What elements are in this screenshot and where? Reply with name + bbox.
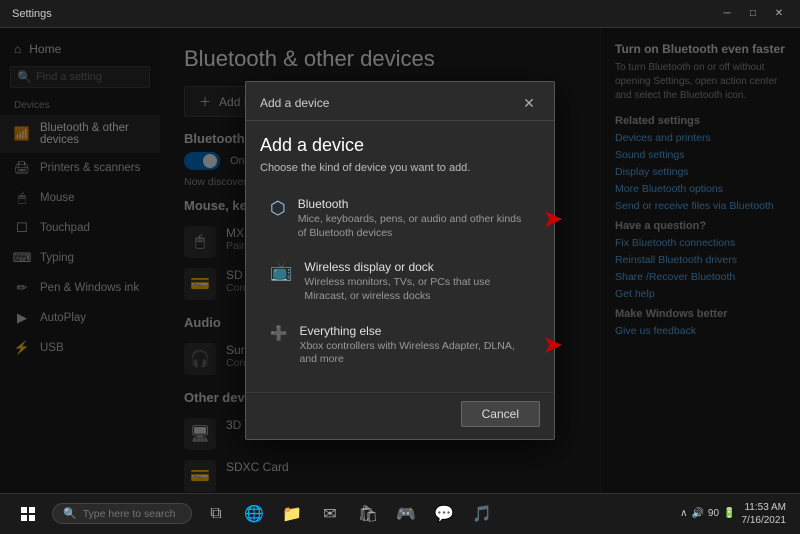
everything-option-text: Everything else Xbox controllers with Wi… — [299, 324, 530, 367]
add-device-modal: Add a device ✕ Add a device Choose the k… — [245, 81, 555, 440]
expand-tray-icon[interactable]: ∧ — [680, 508, 687, 519]
taskbar-search-box: 🔍 — [52, 503, 192, 524]
volume-icon[interactable]: 🔊 — [691, 508, 703, 519]
window-title: Settings — [12, 8, 52, 20]
start-button[interactable] — [6, 494, 50, 534]
battery-text: 90 — [708, 508, 719, 519]
taskbar-time-text: 11:53 AM — [742, 501, 787, 514]
spotify-button[interactable]: 🎵 — [464, 496, 500, 532]
modal-header: Add a device ✕ — [246, 82, 554, 121]
everything-option-desc: Xbox controllers with Wireless Adapter, … — [299, 340, 530, 367]
red-arrow-bluetooth: ➤ — [544, 206, 562, 232]
modal-close-button[interactable]: ✕ — [518, 92, 540, 114]
store-button[interactable]: 🛍 — [350, 496, 386, 532]
xbox-button[interactable]: 🎮 — [388, 496, 424, 532]
wireless-option-title: Wireless display or dock — [304, 260, 530, 274]
task-view-button[interactable]: ⧉ — [198, 496, 234, 532]
taskbar-search-input[interactable] — [83, 508, 181, 520]
edge-button[interactable]: 🌐 — [236, 496, 272, 532]
teams-button[interactable]: 💬 — [426, 496, 462, 532]
bluetooth-option-desc: Mice, keyboards, pens, or audio and othe… — [298, 213, 530, 240]
bluetooth-option-text: Bluetooth Mice, keyboards, pens, or audi… — [298, 197, 530, 240]
everything-option-icon: ➕ — [270, 325, 287, 342]
minimize-button[interactable]: ─ — [718, 5, 736, 23]
maximize-button[interactable]: □ — [744, 5, 762, 23]
close-button[interactable]: ✕ — [770, 5, 788, 23]
taskbar-icons: ⧉ 🌐 📁 ✉ 🛍 🎮 💬 🎵 — [198, 496, 500, 532]
window-controls: ─ □ ✕ — [718, 5, 788, 23]
modal-body: Add a device Choose the kind of device y… — [246, 121, 554, 392]
everything-option-title: Everything else — [299, 324, 530, 338]
wireless-option-text: Wireless display or dock Wireless monito… — [304, 260, 530, 303]
modal-header-title: Add a device — [260, 96, 329, 110]
taskbar: 🔍 ⧉ 🌐 📁 ✉ 🛍 🎮 💬 🎵 ∧ 🔊 90 🔋 11:53 AM 7/16… — [0, 493, 800, 533]
cancel-button[interactable]: Cancel — [461, 401, 540, 427]
red-arrow-everything: ➤ — [544, 332, 562, 358]
modal-title: Add a device — [260, 135, 540, 156]
modal-overlay: Add a device ✕ Add a device Choose the k… — [0, 28, 800, 493]
bluetooth-option-icon: ⬡ — [270, 198, 286, 219]
modal-option-wireless[interactable]: 📺 Wireless display or dock Wireless moni… — [260, 251, 540, 312]
wireless-option-icon: 📺 — [270, 261, 292, 282]
title-bar: Settings ─ □ ✕ — [0, 0, 800, 28]
wireless-option-desc: Wireless monitors, TVs, or PCs that use … — [304, 276, 530, 303]
battery-icon: 🔋 — [723, 508, 735, 519]
modal-subtitle: Choose the kind of device you want to ad… — [260, 162, 540, 174]
mail-button[interactable]: ✉ — [312, 496, 348, 532]
explorer-button[interactable]: 📁 — [274, 496, 310, 532]
modal-option-everything[interactable]: ➕ Everything else Xbox controllers with … — [260, 315, 540, 376]
modal-footer: Cancel — [246, 392, 554, 439]
bluetooth-option-title: Bluetooth — [298, 197, 530, 211]
modal-option-bluetooth[interactable]: ⬡ Bluetooth Mice, keyboards, pens, or au… — [260, 188, 540, 249]
windows-logo — [21, 507, 35, 521]
taskbar-right: ∧ 🔊 90 🔋 11:53 AM 7/16/2021 — [680, 501, 794, 527]
taskbar-search-icon: 🔍 — [63, 507, 77, 520]
sys-tray: ∧ 🔊 90 🔋 — [680, 508, 735, 519]
taskbar-date-text: 7/16/2021 — [742, 514, 787, 527]
taskbar-clock: 11:53 AM 7/16/2021 — [742, 501, 787, 527]
